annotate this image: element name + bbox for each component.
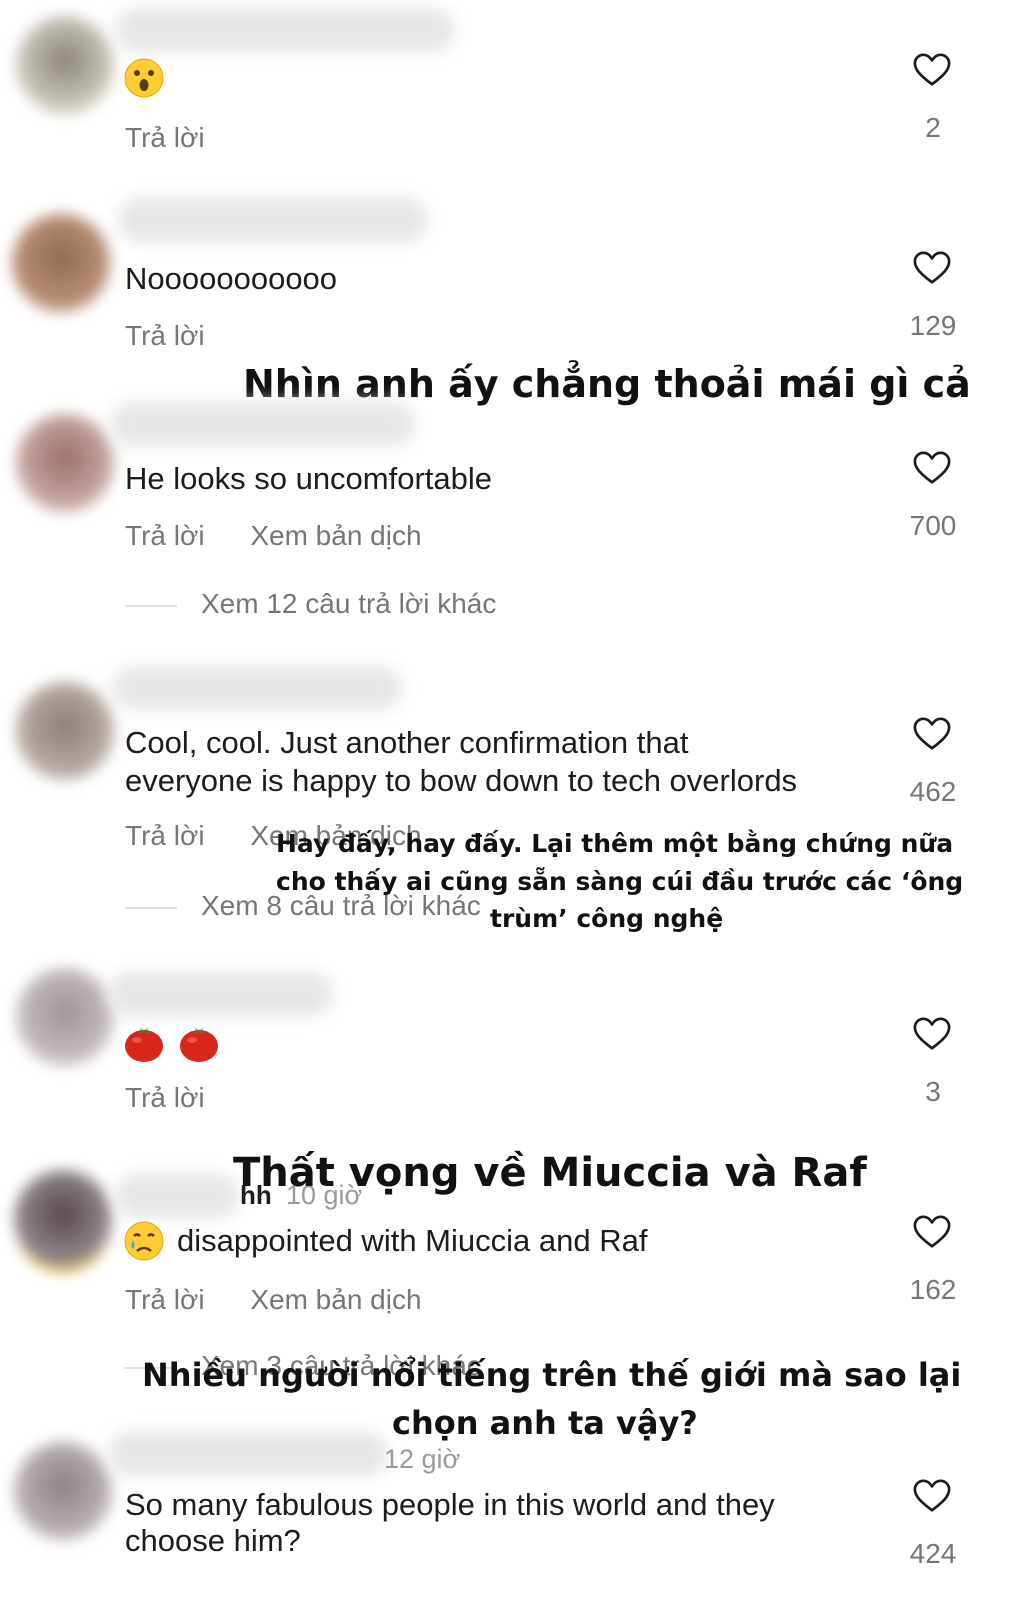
comment-time: 12 giờ: [384, 1444, 461, 1474]
caption-overlay-line-1: Hay đấy, hay đấy. Lại thêm một bằng chứn…: [276, 829, 954, 858]
translate-button[interactable]: Xem bản dịch: [250, 520, 421, 551]
caption-overlay: Nhìn anh ấy chẳng thoải mái gì cả: [243, 362, 971, 406]
heart-outline-icon[interactable]: [913, 52, 951, 88]
reply-button[interactable]: Trả lời: [125, 320, 205, 351]
heart-outline-icon[interactable]: [913, 250, 951, 286]
username-blurred[interactable]: [108, 972, 333, 1016]
heart-outline-icon[interactable]: [913, 1478, 951, 1514]
caption-overlay-line-2: cho thấy ai cũng sẵn sàng cúi đầu trước …: [276, 867, 964, 896]
reply-button[interactable]: Trả lời: [125, 1082, 205, 1113]
reply-button[interactable]: Trả lời: [125, 820, 205, 851]
username-blurred[interactable]: [115, 1174, 240, 1218]
username-blurred[interactable]: [115, 8, 455, 52]
crying-face-emoji: [124, 1221, 164, 1261]
divider: [125, 906, 177, 909]
view-more-replies-label: Xem 12 câu trả lời khác: [201, 588, 497, 619]
like-count: 462: [909, 776, 957, 807]
username-blurred[interactable]: [112, 666, 402, 710]
comment-actions: Trả lời Xem bản dịch: [125, 1284, 460, 1316]
comment-text: Nooooooooooo: [125, 261, 338, 296]
heart-outline-icon[interactable]: [913, 1214, 951, 1250]
avatar[interactable]: [16, 682, 114, 780]
username-blurred[interactable]: [108, 1432, 388, 1476]
comment-text-line-1: Cool, cool. Just another confirmation th…: [125, 725, 689, 760]
heart-outline-icon[interactable]: [913, 450, 951, 486]
like-count: 162: [909, 1274, 957, 1305]
like-count: 700: [909, 510, 957, 541]
caption-overlay-line-1: Nhiều người nổi tiếng trên thế giới mà s…: [142, 1356, 962, 1394]
comment-text-line-2: choose him?: [125, 1523, 301, 1558]
avatar[interactable]: [16, 16, 114, 114]
divider: [125, 604, 177, 607]
avatar[interactable]: [16, 414, 114, 512]
view-more-replies[interactable]: Xem 12 câu trả lời khác: [125, 588, 496, 620]
caption-overlay: Thất vọng về Miuccia và Raf: [233, 1150, 867, 1196]
comment-text: disappointed with Miuccia and Raf: [177, 1223, 648, 1258]
comment-actions: Trả lời: [125, 320, 243, 352]
username-blurred[interactable]: [110, 402, 415, 446]
reply-button[interactable]: Trả lời: [125, 1284, 205, 1315]
like-count: 424: [909, 1538, 957, 1569]
reply-button[interactable]: Trả lời: [125, 122, 205, 153]
like-count: 2: [925, 112, 941, 143]
avatar[interactable]: [14, 1170, 112, 1268]
tomato-emoji: [125, 1027, 163, 1062]
comment-actions: Trả lời: [125, 1082, 243, 1114]
translate-button[interactable]: Xem bản dịch: [250, 1284, 421, 1315]
avatar[interactable]: [14, 1442, 112, 1540]
like-count: 129: [909, 310, 957, 341]
face-open-mouth-emoji: [124, 58, 164, 98]
heart-outline-icon[interactable]: [913, 716, 951, 752]
avatar[interactable]: [16, 968, 114, 1066]
like-count: 3: [925, 1076, 941, 1107]
caption-overlay-line-3: trùm’ công nghệ: [490, 904, 724, 933]
comment-text: He looks so uncomfortable: [125, 461, 493, 496]
comment-text-line-2: everyone is happy to bow down to tech ov…: [125, 763, 798, 798]
reply-button[interactable]: Trả lời: [125, 520, 205, 551]
caption-overlay-line-2: chọn anh ta vậy?: [392, 1404, 698, 1442]
heart-outline-icon[interactable]: [913, 1016, 951, 1052]
avatar[interactable]: [12, 214, 110, 312]
comment-text-line-1: So many fabulous people in this world an…: [125, 1487, 775, 1522]
comment-actions: Trả lời Xem bản dịch: [125, 520, 460, 552]
tomato-emoji: [180, 1027, 218, 1062]
username-blurred[interactable]: [118, 198, 428, 242]
comment-actions: Trả lời: [125, 122, 243, 154]
